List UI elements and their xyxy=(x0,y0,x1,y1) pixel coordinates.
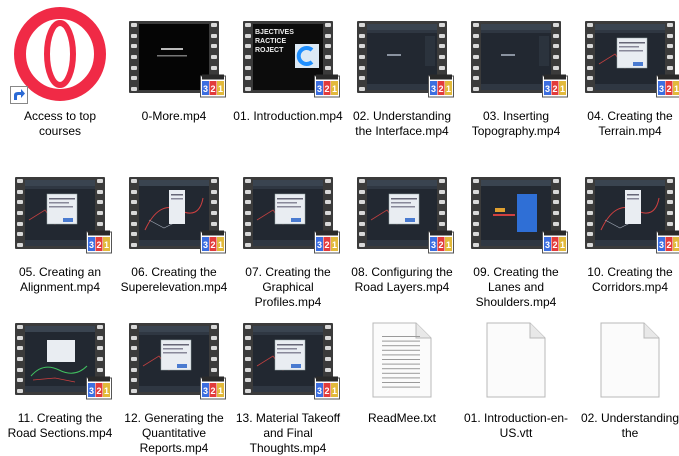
svg-text:1: 1 xyxy=(218,386,223,396)
video-file-icon: 321 xyxy=(574,162,679,262)
media-player-classic-icon: 321 xyxy=(314,230,340,254)
svg-text:3: 3 xyxy=(659,84,664,94)
thumb-text: BJECTIVES RACTICE ROJECT xyxy=(255,28,294,55)
svg-text:2: 2 xyxy=(552,240,557,250)
file-name-label: 0-More.mp4 xyxy=(118,109,230,124)
svg-text:2: 2 xyxy=(666,84,671,94)
svg-text:3: 3 xyxy=(317,84,322,94)
media-player-classic-icon: 321 xyxy=(314,376,340,400)
svg-text:1: 1 xyxy=(332,84,337,94)
svg-text:3: 3 xyxy=(89,240,94,250)
svg-text:2: 2 xyxy=(324,386,329,396)
file-name-label: 13. Material Takeoff and Final Thoughts.… xyxy=(232,411,344,456)
file-name-label: ReadMee.txt xyxy=(346,411,458,426)
media-player-classic-icon: 321 xyxy=(200,74,226,98)
opera-icon xyxy=(4,6,116,106)
video-file-icon: 321 xyxy=(232,162,344,262)
file-name-label: 02. Understanding the Interface.mp4 xyxy=(346,109,458,139)
file-name-label: Access to top courses xyxy=(4,109,116,139)
svg-text:1: 1 xyxy=(332,240,337,250)
media-player-classic-icon: 321 xyxy=(542,230,568,254)
shortcut-arrow-icon xyxy=(10,86,28,104)
media-player-classic-icon: 321 xyxy=(656,74,679,98)
media-player-classic-icon: 321 xyxy=(428,74,454,98)
svg-text:1: 1 xyxy=(218,240,223,250)
svg-text:1: 1 xyxy=(446,240,451,250)
file-name-label: 05. Creating an Alignment.mp4 xyxy=(4,265,116,295)
svg-text:1: 1 xyxy=(332,386,337,396)
svg-text:2: 2 xyxy=(210,386,215,396)
video-file-icon: 321 xyxy=(346,162,458,262)
text-file-icon xyxy=(346,308,458,408)
svg-text:2: 2 xyxy=(210,240,215,250)
file-name-label: 07. Creating the Graphical Profiles.mp4 xyxy=(232,265,344,310)
file-name-label: 10. Creating the Corridors.mp4 xyxy=(574,265,679,295)
file-name-label: 12. Generating the Quantitative Reports.… xyxy=(118,411,230,456)
video-file-icon: 321 xyxy=(4,308,116,408)
file-name-label: 02. Understanding the xyxy=(574,411,679,441)
svg-text:2: 2 xyxy=(96,386,101,396)
video-file-icon: 321 xyxy=(118,6,230,106)
svg-text:3: 3 xyxy=(89,386,94,396)
svg-text:3: 3 xyxy=(317,240,322,250)
media-player-classic-icon: 321 xyxy=(200,376,226,400)
video-file-icon: 321 xyxy=(346,6,458,106)
media-player-classic-icon: 321 xyxy=(428,230,454,254)
file-name-label: 06. Creating the Superelevation.mp4 xyxy=(118,265,230,295)
video-file-icon: 321 xyxy=(574,6,679,106)
svg-text:3: 3 xyxy=(431,240,436,250)
media-player-classic-icon: 321 xyxy=(542,74,568,98)
video-file-icon: 321 xyxy=(232,308,344,408)
blank-file-icon xyxy=(460,308,572,408)
svg-text:3: 3 xyxy=(203,240,208,250)
file-name-label: 01. Introduction-en-US.vtt xyxy=(460,411,572,441)
file-name-label: 11. Creating the Road Sections.mp4 xyxy=(4,411,116,441)
video-file-icon: 321 xyxy=(460,6,572,106)
svg-text:2: 2 xyxy=(552,84,557,94)
svg-text:1: 1 xyxy=(218,84,223,94)
svg-text:2: 2 xyxy=(324,84,329,94)
media-player-classic-icon: 321 xyxy=(314,74,340,98)
svg-text:1: 1 xyxy=(674,240,679,250)
media-player-classic-icon: 321 xyxy=(86,230,112,254)
svg-text:3: 3 xyxy=(317,386,322,396)
svg-text:3: 3 xyxy=(203,386,208,396)
video-file-icon: 321 xyxy=(4,162,116,262)
media-player-classic-icon: 321 xyxy=(200,230,226,254)
file-name-label: 08. Configuring the Road Layers.mp4 xyxy=(346,265,458,295)
video-file-icon: BJECTIVES RACTICE ROJECT 321 xyxy=(232,6,344,106)
video-file-icon: 321 xyxy=(118,308,230,408)
svg-text:3: 3 xyxy=(203,84,208,94)
media-player-classic-icon: 321 xyxy=(86,376,112,400)
svg-text:3: 3 xyxy=(545,240,550,250)
blank-file-icon xyxy=(574,308,679,408)
svg-text:1: 1 xyxy=(560,240,565,250)
video-file-icon: 321 xyxy=(460,162,572,262)
svg-text:1: 1 xyxy=(446,84,451,94)
svg-text:3: 3 xyxy=(545,84,550,94)
media-player-classic-icon: 321 xyxy=(656,230,679,254)
svg-text:1: 1 xyxy=(104,386,109,396)
file-name-label: 04. Creating the Terrain.mp4 xyxy=(574,109,679,139)
file-name-label: 01. Introduction.mp4 xyxy=(232,109,344,124)
svg-text:2: 2 xyxy=(210,84,215,94)
svg-text:2: 2 xyxy=(324,240,329,250)
svg-text:2: 2 xyxy=(666,240,671,250)
file-name-label: 03. Inserting Topography.mp4 xyxy=(460,109,572,139)
svg-text:3: 3 xyxy=(659,240,664,250)
svg-text:1: 1 xyxy=(104,240,109,250)
svg-text:2: 2 xyxy=(438,84,443,94)
svg-text:2: 2 xyxy=(96,240,101,250)
svg-text:2: 2 xyxy=(438,240,443,250)
svg-text:1: 1 xyxy=(674,84,679,94)
svg-text:1: 1 xyxy=(560,84,565,94)
svg-text:3: 3 xyxy=(431,84,436,94)
video-file-icon: 321 xyxy=(118,162,230,262)
file-name-label: 09. Creating the Lanes and Shoulders.mp4 xyxy=(460,265,572,310)
